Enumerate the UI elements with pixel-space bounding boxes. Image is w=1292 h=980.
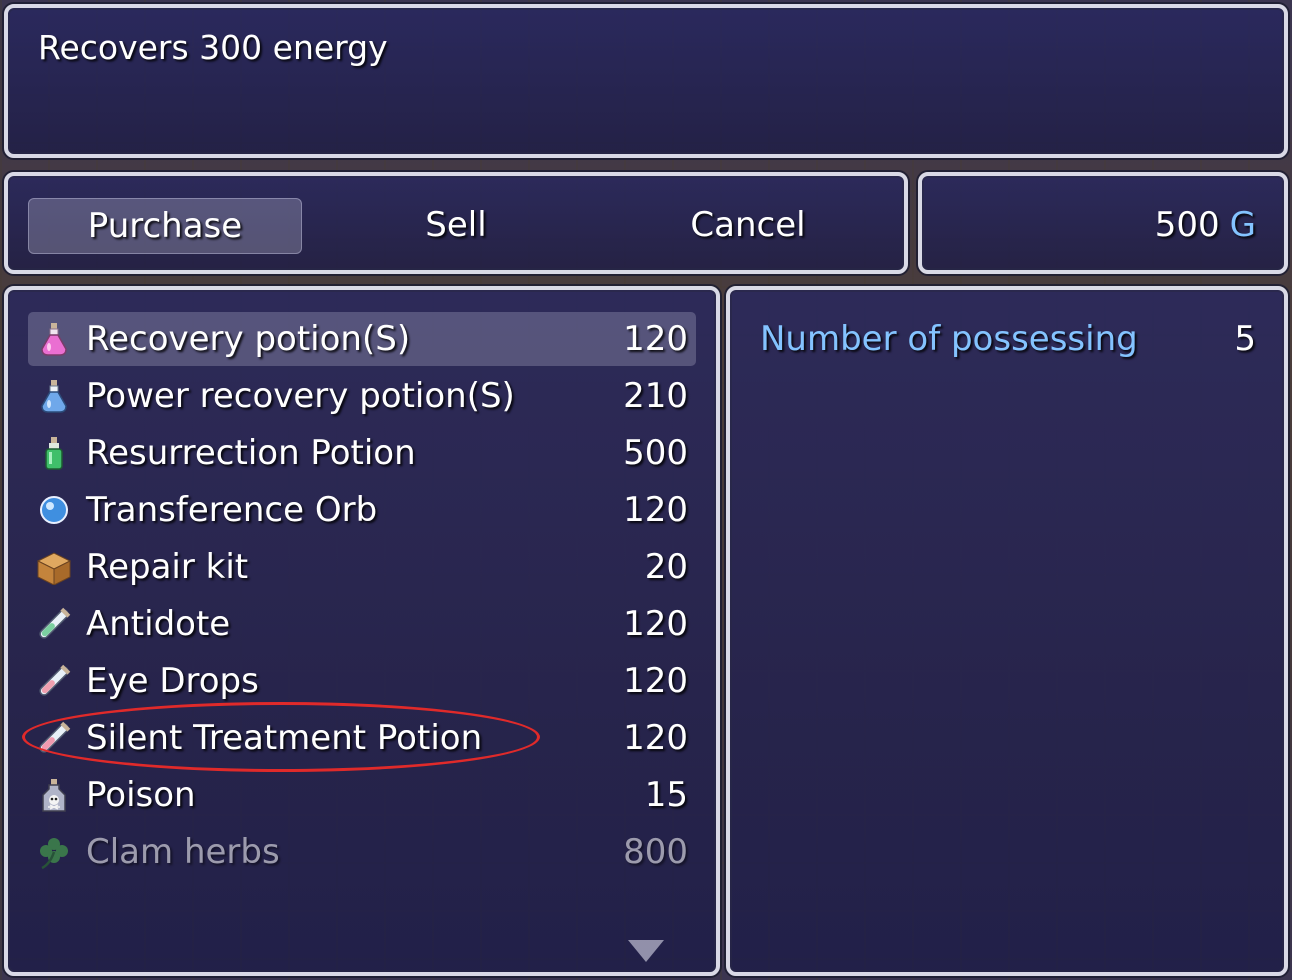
shop-command-window: Purchase Sell Cancel [4, 172, 908, 274]
gold-amount: 500 [1154, 205, 1220, 245]
item-price: 120 [623, 604, 688, 644]
item-row-transference-orb[interactable]: Transference Orb 120 [28, 483, 696, 537]
blue-orb-icon [40, 496, 68, 524]
item-name: Transference Orb [86, 490, 378, 530]
item-row-eye-drops[interactable]: Eye Drops 120 [28, 654, 696, 708]
item-row-antidote[interactable]: Antidote 120 [28, 597, 696, 651]
item-name: Antidote [86, 604, 231, 644]
test-tube-icon [39, 721, 71, 753]
blue-potion-icon [41, 380, 67, 413]
item-name: Silent Treatment Potion [86, 718, 483, 758]
item-row-poison[interactable]: Poison 15 [28, 768, 696, 822]
item-row-power-recovery-potion[interactable]: Power recovery potion(S) 210 [28, 369, 696, 423]
item-price: 120 [623, 319, 688, 359]
item-price: 120 [623, 490, 688, 530]
item-price: 800 [623, 832, 688, 872]
skull-bottle-icon [42, 779, 66, 812]
purchase-command[interactable]: Purchase [28, 198, 302, 254]
gold-window: 500 G [918, 172, 1288, 274]
item-row-clam-herbs[interactable]: Clam herbs 800 [28, 825, 696, 879]
item-row-silent-treatment-potion[interactable]: Silent Treatment Potion 120 [28, 711, 696, 765]
test-tube-icon [39, 664, 71, 696]
buy-list-window: Recovery potion(S) 120 Power recovery po… [4, 286, 720, 976]
help-window: Recovers 300 energy [4, 4, 1288, 158]
item-name: Repair kit [86, 547, 249, 587]
possess-count: 5 [1234, 319, 1256, 359]
item-price: 120 [623, 661, 688, 701]
item-row-repair-kit[interactable]: Repair kit 20 [28, 540, 696, 594]
item-price: 500 [623, 433, 688, 473]
item-name: Power recovery potion(S) [86, 376, 515, 416]
item-price: 15 [644, 775, 688, 815]
item-price: 210 [623, 376, 688, 416]
gold-display: 500 G [1155, 198, 1256, 252]
status-window: Number of possessing 5 [726, 286, 1288, 976]
pink-potion-icon [41, 323, 67, 356]
item-description: Recovers 300 energy [38, 28, 388, 67]
green-potion-icon [45, 437, 63, 470]
crate-icon [36, 552, 72, 585]
sell-command[interactable]: Sell [320, 198, 592, 252]
cancel-command[interactable]: Cancel [612, 198, 884, 252]
gold-currency-unit: G [1229, 205, 1256, 245]
item-name: Eye Drops [86, 661, 259, 701]
item-price: 120 [623, 718, 688, 758]
item-row-recovery-potion[interactable]: Recovery potion(S) 120 [28, 312, 696, 366]
clover-icon [40, 838, 68, 870]
possess-label: Number of possessing [760, 319, 1138, 359]
item-name: Clam herbs [86, 832, 280, 872]
item-price: 20 [644, 547, 688, 587]
item-row-resurrection-potion[interactable]: Resurrection Potion 500 [28, 426, 696, 480]
test-tube-icon [39, 607, 71, 639]
scroll-down-arrow-icon[interactable] [628, 940, 664, 962]
item-name: Resurrection Potion [86, 433, 416, 473]
item-name: Poison [86, 775, 196, 815]
item-name: Recovery potion(S) [86, 319, 411, 359]
